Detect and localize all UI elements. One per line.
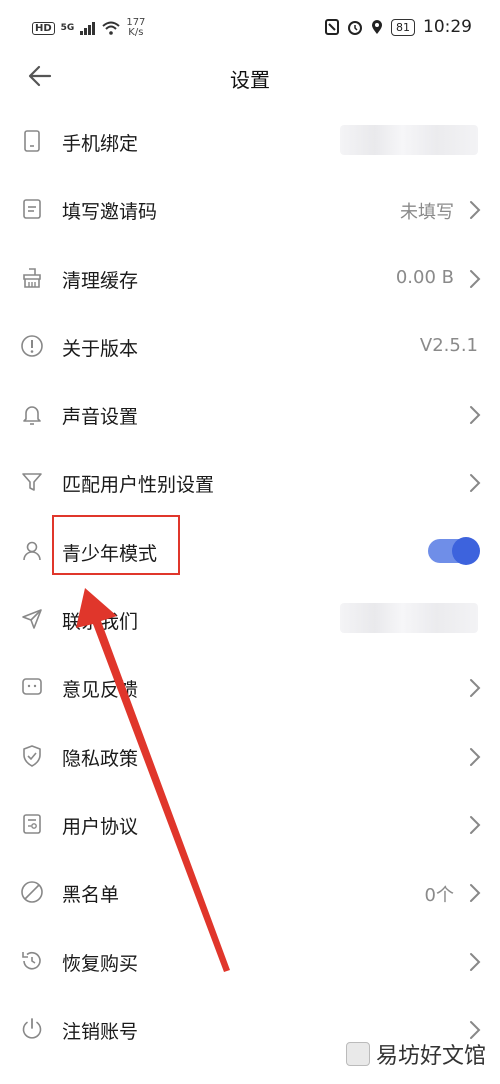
- row-value: 未填写: [400, 202, 454, 224]
- settings-row-contact-us[interactable]: 联系我们: [0, 585, 500, 653]
- row-label: 关于版本: [62, 337, 139, 360]
- broom-icon: [23, 267, 41, 288]
- wifi-icon: [102, 21, 120, 35]
- net-speed-unit: K/s: [128, 27, 144, 38]
- page-title: 设置: [230, 68, 270, 92]
- settings-row-privacy[interactable]: 隐私政策: [0, 722, 500, 790]
- nfc-icon: [325, 19, 339, 35]
- signal-icon: [80, 22, 96, 35]
- row-label: 恢复购买: [62, 952, 139, 975]
- chevron-right-icon: [470, 201, 481, 220]
- row-label: 手机绑定: [62, 133, 139, 155]
- send-icon: [22, 609, 42, 629]
- info-circle-icon: [21, 335, 43, 357]
- watermark: 易坊好文馆: [345, 1038, 486, 1070]
- settings-row-restore-purchase[interactable]: 恢复购买: [0, 927, 500, 995]
- chevron-right-icon: [470, 815, 481, 834]
- battery-indicator: 81: [391, 18, 415, 36]
- settings-row-user-agreement[interactable]: 用户协议: [0, 790, 500, 858]
- row-label: 用户协议: [62, 815, 139, 838]
- blurred-phone-number: [340, 125, 478, 155]
- settings-list: 手机绑定 填写邀请码 未填写 清理缓存 0.00 B 关于版本 V2.5.1 声…: [0, 107, 500, 1063]
- row-value: 0.00 B: [395, 266, 454, 288]
- block-icon: [21, 881, 43, 904]
- watermark-text: 易坊好文馆: [375, 1044, 486, 1069]
- chevron-right-icon: [470, 679, 481, 698]
- hd-badge: HD: [32, 21, 55, 35]
- row-label: 注销账号: [62, 1020, 139, 1043]
- chevron-right-icon: [470, 747, 481, 766]
- title-bar: 设置: [0, 56, 500, 100]
- chevron-right-icon: [470, 406, 481, 425]
- settings-row-blacklist[interactable]: 黑名单 0个: [0, 858, 500, 926]
- row-label: 清理缓存: [62, 269, 139, 292]
- row-label: 联系我们: [62, 611, 139, 634]
- status-right: 81 10:29: [325, 17, 472, 37]
- toggle-knob: [452, 536, 480, 565]
- power-icon: [22, 1017, 42, 1039]
- row-label: 隐私政策: [62, 747, 139, 770]
- settings-row-sound[interactable]: 声音设置: [0, 380, 500, 448]
- settings-row-invite-code[interactable]: 填写邀请码 未填写: [0, 175, 500, 243]
- agreement-icon: [23, 814, 41, 834]
- status-bar: HD 5G 177 K/s 81 10:29: [0, 0, 500, 56]
- chevron-right-icon: [470, 952, 481, 971]
- restore-icon: [22, 951, 41, 970]
- chevron-right-icon: [470, 884, 481, 903]
- location-icon: [372, 20, 382, 34]
- net-speed: 177 K/s: [126, 18, 145, 38]
- watermark-logo-icon: [345, 1042, 370, 1066]
- chevron-right-icon: [470, 474, 481, 493]
- row-label: 声音设置: [62, 406, 139, 429]
- settings-row-feedback[interactable]: 意见反馈: [0, 653, 500, 721]
- chevron-right-icon: [470, 269, 481, 288]
- row-label: 填写邀请码: [62, 201, 158, 224]
- settings-row-gender-match[interactable]: 匹配用户性别设置: [0, 448, 500, 516]
- shield-check-icon: [23, 744, 41, 767]
- teen-mode-toggle[interactable]: [428, 536, 480, 565]
- row-value: 0个: [424, 885, 454, 907]
- row-label: 黑名单: [62, 884, 120, 907]
- row-value: V2.5.1: [419, 334, 478, 356]
- funnel-icon: [22, 473, 42, 492]
- bell-icon: [23, 406, 41, 425]
- status-left: HD 5G 177 K/s: [32, 18, 145, 38]
- person-icon: [23, 541, 41, 560]
- document-icon: [23, 199, 41, 220]
- blurred-contact-info: [340, 603, 478, 634]
- phone-icon: [24, 130, 40, 152]
- clock: 10:29: [423, 17, 472, 37]
- alarm-icon: [348, 21, 362, 35]
- row-label: 匹配用户性别设置: [62, 474, 215, 497]
- highlight-box: [52, 515, 180, 575]
- settings-row-clear-cache[interactable]: 清理缓存 0.00 B: [0, 244, 500, 312]
- row-label: 意见反馈: [62, 679, 139, 702]
- network-label: 5G: [60, 23, 75, 33]
- feedback-icon: [22, 678, 42, 696]
- settings-row-about-version[interactable]: 关于版本 V2.5.1: [0, 312, 500, 380]
- settings-row-phone-binding[interactable]: 手机绑定: [0, 107, 500, 175]
